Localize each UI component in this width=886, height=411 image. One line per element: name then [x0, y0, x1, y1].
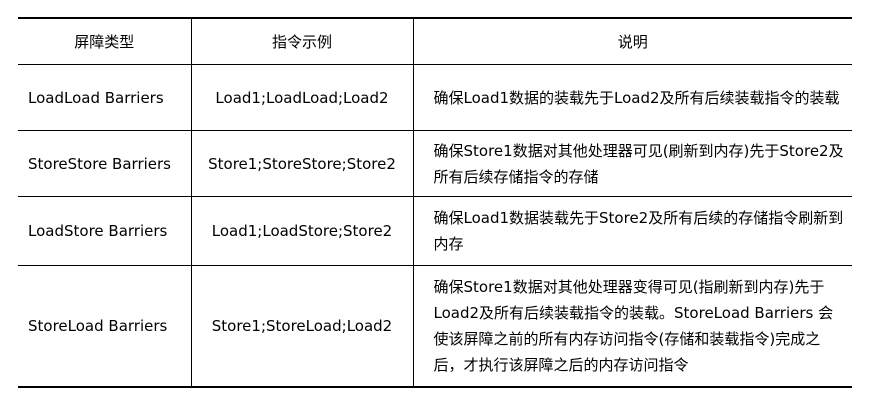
- description-cell: 确保Store1数据对其他处理器变得可见(指刷新到内存)先于Load2及所有后续…: [412, 265, 852, 387]
- table-row: StoreLoad Barriers Store1;StoreLoad;Load…: [18, 265, 852, 387]
- instruction-example-cell: Load1;LoadLoad;Load2: [190, 64, 413, 131]
- description-cell: 确保Load1数据的装载先于Load2及所有后续装载指令的装载: [412, 64, 852, 131]
- instruction-example-cell: Load1;LoadStore;Store2: [190, 196, 413, 266]
- memory-barrier-table: 屏障类型 指令示例 说明 LoadLoad Barriers Load1;Loa…: [18, 17, 852, 388]
- table-header-row: 屏障类型 指令示例 说明: [18, 18, 852, 65]
- header-instruction-example: 指令示例: [190, 18, 413, 65]
- instruction-example-cell: Store1;StoreLoad;Load2: [190, 265, 413, 387]
- description-cell: 确保Load1数据装载先于Store2及所有后续的存储指令刷新到内存: [412, 196, 852, 266]
- barrier-type-cell: LoadStore Barriers: [28, 222, 168, 240]
- description-cell: 确保Store1数据对其他处理器可见(刷新到内存)先于Store2及所有后续存储…: [412, 130, 852, 197]
- barrier-type-cell: StoreLoad Barriers: [28, 317, 168, 335]
- header-description: 说明: [412, 18, 852, 65]
- table-row: LoadStore Barriers Load1;LoadStore;Store…: [18, 196, 852, 266]
- barrier-type-cell: StoreStore Barriers: [28, 154, 171, 173]
- header-barrier-type: 屏障类型: [74, 33, 135, 51]
- table-row: LoadLoad Barriers Load1;LoadLoad;Load2 确…: [18, 64, 852, 131]
- instruction-example-cell: Store1;StoreStore;Store2: [190, 130, 413, 197]
- table-row: StoreStore Barriers Store1;StoreStore;St…: [18, 130, 852, 197]
- barrier-type-cell: LoadLoad Barriers: [28, 88, 164, 107]
